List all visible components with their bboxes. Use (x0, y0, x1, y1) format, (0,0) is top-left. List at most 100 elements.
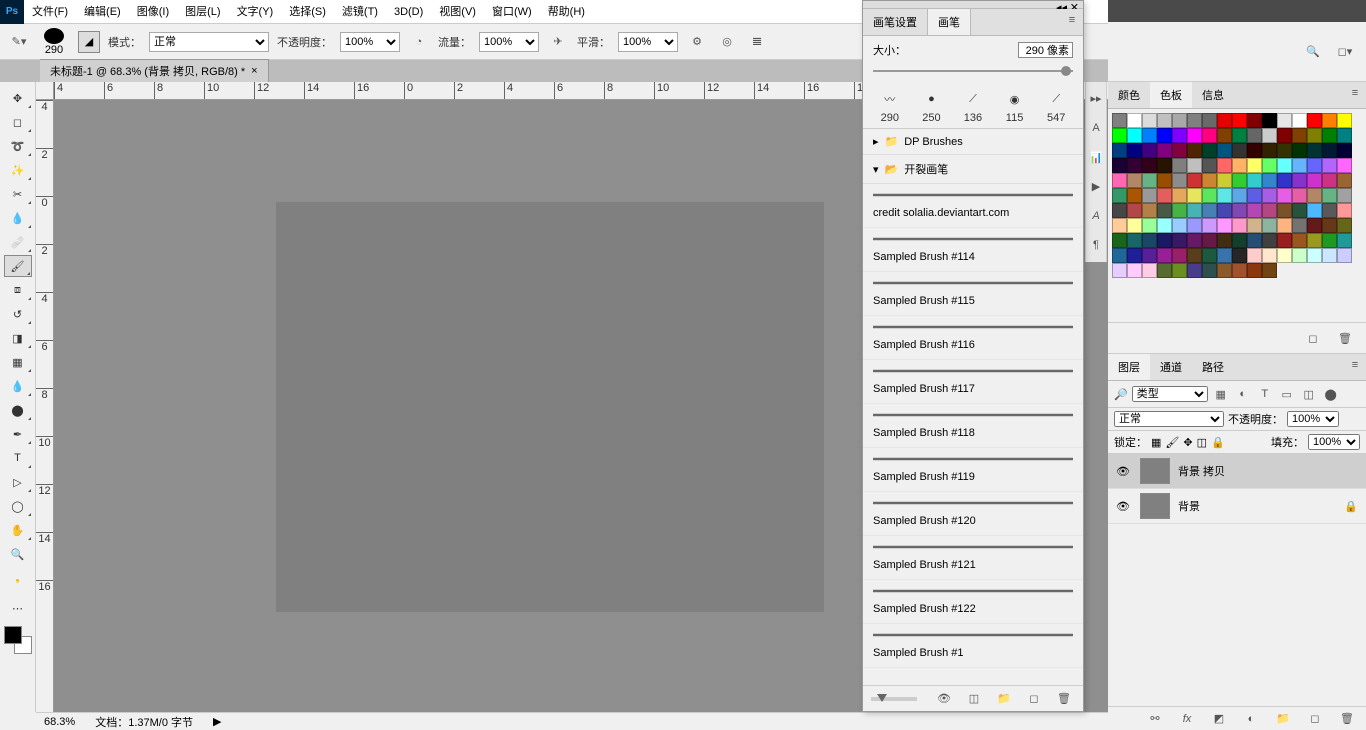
menu-item[interactable]: 图像(I) (129, 6, 177, 18)
swatch[interactable] (1337, 128, 1352, 143)
swatch[interactable] (1172, 218, 1187, 233)
history-brush-tool[interactable]: ↺ (4, 303, 32, 325)
swatch[interactable] (1322, 143, 1337, 158)
swatch[interactable] (1157, 173, 1172, 188)
lock-position-icon[interactable]: ✥ (1183, 436, 1192, 449)
size-input[interactable] (1018, 42, 1073, 58)
actions-icon[interactable]: ▶ (1085, 176, 1107, 197)
swatch[interactable] (1187, 233, 1202, 248)
swatch[interactable] (1307, 113, 1322, 128)
brush-item[interactable]: Sampled Brush #1 (863, 624, 1083, 668)
preview-toggle-icon[interactable]: 👁 (933, 688, 955, 710)
swatch[interactable] (1112, 263, 1127, 278)
swatch[interactable] (1172, 158, 1187, 173)
layer-row[interactable]: 👁背景 拷贝 (1108, 454, 1366, 489)
swatch[interactable] (1337, 248, 1352, 263)
swatch[interactable] (1232, 113, 1247, 128)
swatch[interactable] (1247, 203, 1262, 218)
lock-pixels-icon[interactable]: 🖌 (1165, 436, 1179, 449)
swatch[interactable] (1337, 188, 1352, 203)
tab-swatches[interactable]: 色板 (1150, 82, 1192, 108)
swatch[interactable] (1307, 158, 1322, 173)
swatch[interactable] (1247, 188, 1262, 203)
swatch[interactable] (1112, 158, 1127, 173)
swatch[interactable] (1247, 143, 1262, 158)
swatch[interactable] (1157, 158, 1172, 173)
swatch[interactable] (1247, 173, 1262, 188)
save-brush-icon[interactable]: ◫ (963, 688, 985, 710)
swatch[interactable] (1157, 143, 1172, 158)
close-tab-icon[interactable]: × (251, 65, 257, 77)
doc-info[interactable]: 文档：1.37M/0 字节 (95, 714, 193, 730)
pen-tool[interactable]: ✒ (4, 423, 32, 445)
swatch[interactable] (1142, 248, 1157, 263)
swatch[interactable] (1232, 233, 1247, 248)
pressure-opacity-icon[interactable]: ◔ (408, 31, 430, 53)
type-tool[interactable]: T (4, 447, 32, 469)
swatch[interactable] (1202, 233, 1217, 248)
fill-select[interactable]: 100% (1308, 434, 1360, 450)
swatch[interactable] (1217, 203, 1232, 218)
swatch[interactable] (1322, 173, 1337, 188)
swatch[interactable] (1277, 188, 1292, 203)
new-brush-icon[interactable]: ◻ (1023, 688, 1045, 710)
zoom-tool[interactable]: 🔍 (4, 543, 32, 565)
brush-item[interactable]: Sampled Brush #116 (863, 316, 1083, 360)
visibility-icon[interactable]: 👁 (1116, 465, 1132, 478)
swatch[interactable] (1292, 158, 1307, 173)
swatch[interactable] (1187, 248, 1202, 263)
swatch[interactable] (1142, 188, 1157, 203)
swatch[interactable] (1127, 158, 1142, 173)
swatches-grid[interactable] (1108, 109, 1366, 282)
menu-item[interactable]: 帮助(H) (540, 6, 593, 18)
swatch[interactable] (1232, 173, 1247, 188)
swatch[interactable] (1217, 233, 1232, 248)
swatch[interactable] (1292, 143, 1307, 158)
swatch[interactable] (1247, 113, 1262, 128)
swatch[interactable] (1142, 173, 1157, 188)
flow-select[interactable]: 100% (479, 32, 539, 52)
swatch[interactable] (1187, 128, 1202, 143)
brush-list[interactable]: credit solalia.deviantart.comSampled Bru… (863, 184, 1083, 685)
brush-preset[interactable]: 〰290 (877, 86, 903, 124)
panel-close-icon[interactable]: ✕ (1070, 1, 1079, 8)
brush-item[interactable]: Sampled Brush #114 (863, 228, 1083, 272)
swatch[interactable] (1277, 143, 1292, 158)
swatch[interactable] (1127, 233, 1142, 248)
swatch[interactable] (1187, 263, 1202, 278)
swatch[interactable] (1277, 128, 1292, 143)
layer-fx-icon[interactable]: fx (1176, 708, 1198, 730)
brush-item[interactable]: Sampled Brush #115 (863, 272, 1083, 316)
swatch[interactable] (1127, 173, 1142, 188)
swatch[interactable] (1217, 158, 1232, 173)
new-folder-icon[interactable]: 📁 (993, 688, 1015, 710)
swatch[interactable] (1292, 218, 1307, 233)
artboard[interactable] (276, 202, 824, 612)
swatch[interactable] (1142, 233, 1157, 248)
pressure-size-icon[interactable]: ◎ (716, 31, 738, 53)
opacity-select[interactable]: 100% (340, 32, 400, 52)
airbrush-icon[interactable]: ✈ (547, 31, 569, 53)
layer-list[interactable]: 👁背景 拷贝👁背景🔒 (1108, 454, 1366, 706)
blur-tool[interactable]: 💧 (4, 375, 32, 397)
swatch[interactable] (1292, 203, 1307, 218)
swatch[interactable] (1202, 158, 1217, 173)
swatch[interactable] (1262, 218, 1277, 233)
swatch[interactable] (1247, 128, 1262, 143)
foreground-color[interactable] (4, 626, 22, 644)
swatch[interactable] (1127, 203, 1142, 218)
swatch[interactable] (1322, 218, 1337, 233)
swatch[interactable] (1307, 128, 1322, 143)
swatch[interactable] (1232, 128, 1247, 143)
swatch[interactable] (1142, 143, 1157, 158)
thumbnail-size-slider[interactable] (871, 697, 917, 701)
swatch[interactable] (1172, 248, 1187, 263)
histogram-icon[interactable]: 📊 (1085, 147, 1107, 168)
swatch[interactable] (1337, 158, 1352, 173)
workspace-icon[interactable]: ◻▾ (1334, 41, 1356, 63)
swatch[interactable] (1277, 173, 1292, 188)
shape-tool[interactable]: ◯ (4, 495, 32, 517)
eraser-tool[interactable]: ◨ (4, 327, 32, 349)
swatch[interactable] (1217, 128, 1232, 143)
edit-toolbar[interactable]: ⋯ (4, 597, 32, 619)
